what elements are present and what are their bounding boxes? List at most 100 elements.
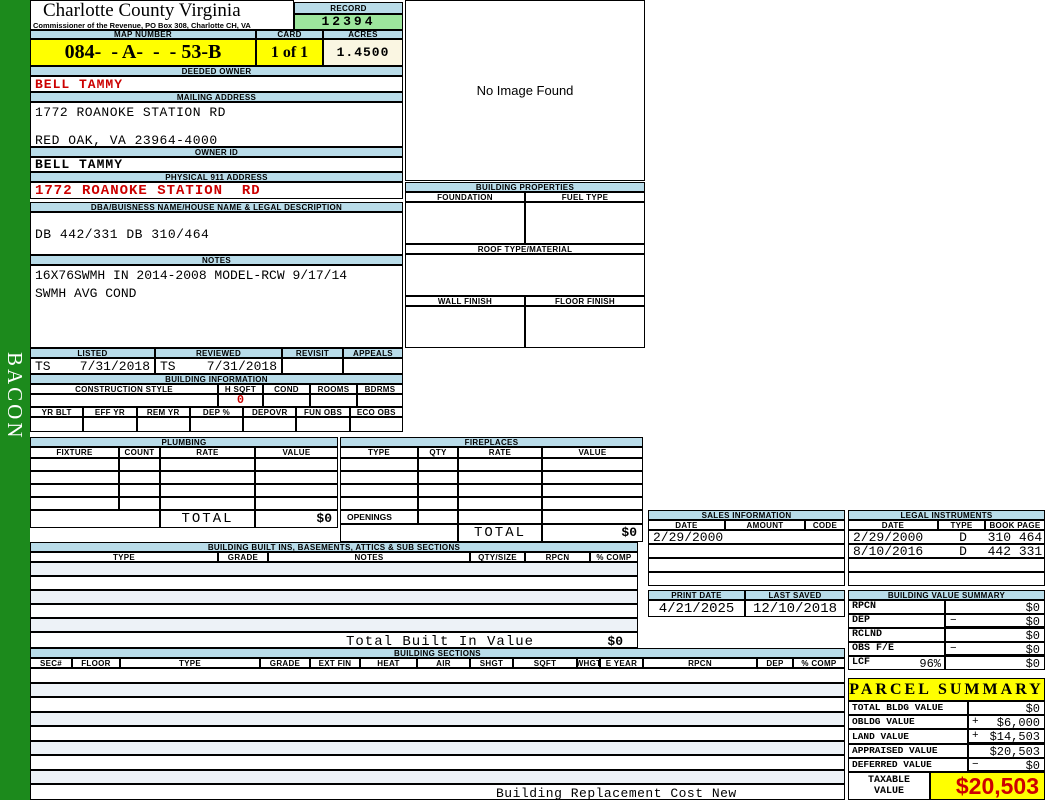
yrblt-value: [30, 417, 83, 432]
sales-column-headers: DATE AMOUNT CODE: [648, 520, 845, 530]
fireplaces-rate-header: RATE: [458, 447, 542, 458]
plumbing-rate-header: RATE: [160, 447, 255, 458]
parcel-label: DEFERRED VALUE: [848, 758, 968, 772]
listed-value: TS 7/31/2018: [30, 358, 155, 374]
mailing-address-header: MAILING ADDRESS: [30, 92, 403, 102]
fireplaces-row: [340, 484, 643, 497]
depovr-value: [243, 417, 296, 432]
ecoobs-header: ECO OBS: [350, 407, 403, 417]
fuel-type-header: FUEL TYPE: [525, 192, 645, 202]
parcel-op: [969, 745, 972, 757]
owner-id-header: OWNER ID: [30, 147, 403, 157]
builtins-grade-header: GRADE: [218, 552, 268, 562]
depovr-header: DEPOVR: [243, 407, 296, 417]
bvs-label: RCLND: [848, 628, 945, 642]
effyr-value: [83, 417, 136, 432]
foundation-header: FOUNDATION: [405, 192, 525, 202]
physical-address-header: PHYSICAL 911 ADDRESS: [30, 172, 403, 182]
built-ins-row: [30, 576, 638, 590]
property-record-card: { "colors": { "header_blue": "#b9dce9", …: [0, 0, 1050, 800]
notes-header: NOTES: [30, 255, 403, 265]
cond-value: [263, 394, 310, 407]
acres-value: 1.4500: [323, 39, 403, 66]
bs-type-header: TYPE: [120, 658, 260, 668]
legal-type: D: [940, 530, 986, 545]
bdrms-value: [357, 394, 403, 407]
bvs-op: −: [946, 643, 957, 654]
building-sections-row: [30, 697, 845, 712]
image-placeholder: No Image Found: [405, 0, 645, 181]
builtins-notes-header: NOTES: [268, 552, 470, 562]
remyr-value: [137, 417, 190, 432]
remyr-header: REM YR: [137, 407, 190, 417]
foundation-box: [405, 202, 525, 244]
building-properties-title: BUILDING PROPERTIES: [405, 182, 645, 192]
roof-type-header: ROOF TYPE/MATERIAL: [405, 244, 645, 254]
parcel-op: [969, 702, 972, 714]
taxable-value: $20,503: [956, 773, 1044, 800]
card-value: 1 of 1: [256, 39, 323, 66]
notes-line2: SWMH AVG COND: [31, 283, 402, 301]
legal-bookpage: 310 464: [986, 530, 1044, 545]
parcel-value: $20,503: [990, 745, 1044, 757]
legal-bookpage-header: BOOK PAGE: [985, 520, 1045, 530]
taxable-label-line2: VALUE: [874, 786, 904, 797]
deeded-owner-value: BELL TAMMY: [30, 76, 403, 92]
plumbing-total-spacer: [30, 510, 160, 528]
deppct-header: DEP %: [190, 407, 243, 417]
parcel-row-total-bldg: TOTAL BLDG VALUE $0: [848, 701, 1045, 715]
listed-date: 7/31/2018: [80, 359, 150, 374]
fireplaces-total-label: TOTAL: [458, 524, 542, 542]
sales-row: 2/29/2000: [648, 530, 845, 544]
plumbing-row: [30, 497, 338, 510]
bvs-row-obs: OBS F/E − $0: [848, 642, 1045, 656]
fireplaces-row: [340, 497, 643, 510]
taxable-value-box: $20,503: [930, 772, 1045, 800]
bs-rpcn-header: RPCN: [643, 658, 757, 668]
parcel-row-deferred: DEFERRED VALUE − $0: [848, 758, 1045, 772]
plumbing-total-label: TOTAL: [160, 510, 255, 528]
legal-type-header: TYPE: [938, 520, 985, 530]
built-ins-total-row: Total Built In Value $0: [30, 632, 638, 648]
parcel-label: TOTAL BLDG VALUE: [848, 701, 968, 715]
floor-finish-box: [525, 306, 645, 348]
fireplaces-total-row: TOTAL $0: [340, 524, 643, 542]
taxable-value-label-box: TAXABLE VALUE: [848, 772, 930, 800]
fireplaces-type-header: TYPE: [340, 447, 418, 458]
legal-date: 8/10/2016: [849, 544, 940, 559]
building-sections-row: [30, 668, 845, 683]
deeded-owner-header: DEEDED OWNER: [30, 66, 403, 76]
building-value-summary-title: BUILDING VALUE SUMMARY: [848, 590, 1045, 600]
parcel-label: OBLDG VALUE: [848, 715, 968, 729]
construction-style-value: [30, 394, 218, 407]
built-ins-total-value: $0: [607, 634, 623, 649]
sales-date-header: DATE: [648, 520, 725, 530]
building-sections-row: [30, 712, 845, 726]
building-sections-column-headers: SEC# FLOOR TYPE GRADE EXT FIN HEAT AIR S…: [30, 658, 845, 668]
bs-dep-header: DEP: [757, 658, 793, 668]
built-ins-title: BUILDING BUILT INS, BASEMENTS, ATTICS & …: [30, 542, 638, 552]
bvs-op: [946, 657, 950, 669]
plumbing-row: [30, 458, 338, 471]
wall-finish-header: WALL FINISH: [405, 296, 525, 306]
parcel-summary-title: PARCEL SUMMARY: [848, 678, 1045, 701]
legal-description: DB 442/331 DB 310/464: [31, 213, 402, 242]
parcel-value: $0: [1026, 759, 1044, 770]
bs-air-header: AIR: [417, 658, 470, 668]
parcel-op: −: [969, 759, 979, 770]
bvs-row-rpcn: RPCN $0: [848, 600, 1045, 614]
bs-floor-header: FLOOR: [72, 658, 120, 668]
reviewed-by: TS: [160, 359, 176, 374]
builtins-comp-header: % COMP: [590, 552, 638, 562]
parcel-row-appraised: APPRAISED VALUE $20,503: [848, 744, 1045, 758]
building-info-row2-headers: YR BLT EFF YR REM YR DEP % DEPOVR FUN OB…: [30, 407, 403, 417]
parcel-row-land: LAND VALUE + $14,503: [848, 729, 1045, 744]
reviewed-header: REVIEWED: [155, 348, 282, 358]
building-info-row1-values: 0: [30, 394, 403, 407]
legal-row: 8/10/2016 D 442 331: [848, 544, 1045, 558]
building-sections-row: [30, 683, 845, 697]
fireplaces-column-headers: TYPE QTY RATE VALUE: [340, 447, 643, 458]
legal-row: 2/29/2000 D 310 464: [848, 530, 1045, 544]
dba-header: DBA/BUISNESS NAME/HOUSE NAME & LEGAL DES…: [30, 202, 403, 212]
print-date-header: PRINT DATE: [648, 590, 745, 600]
